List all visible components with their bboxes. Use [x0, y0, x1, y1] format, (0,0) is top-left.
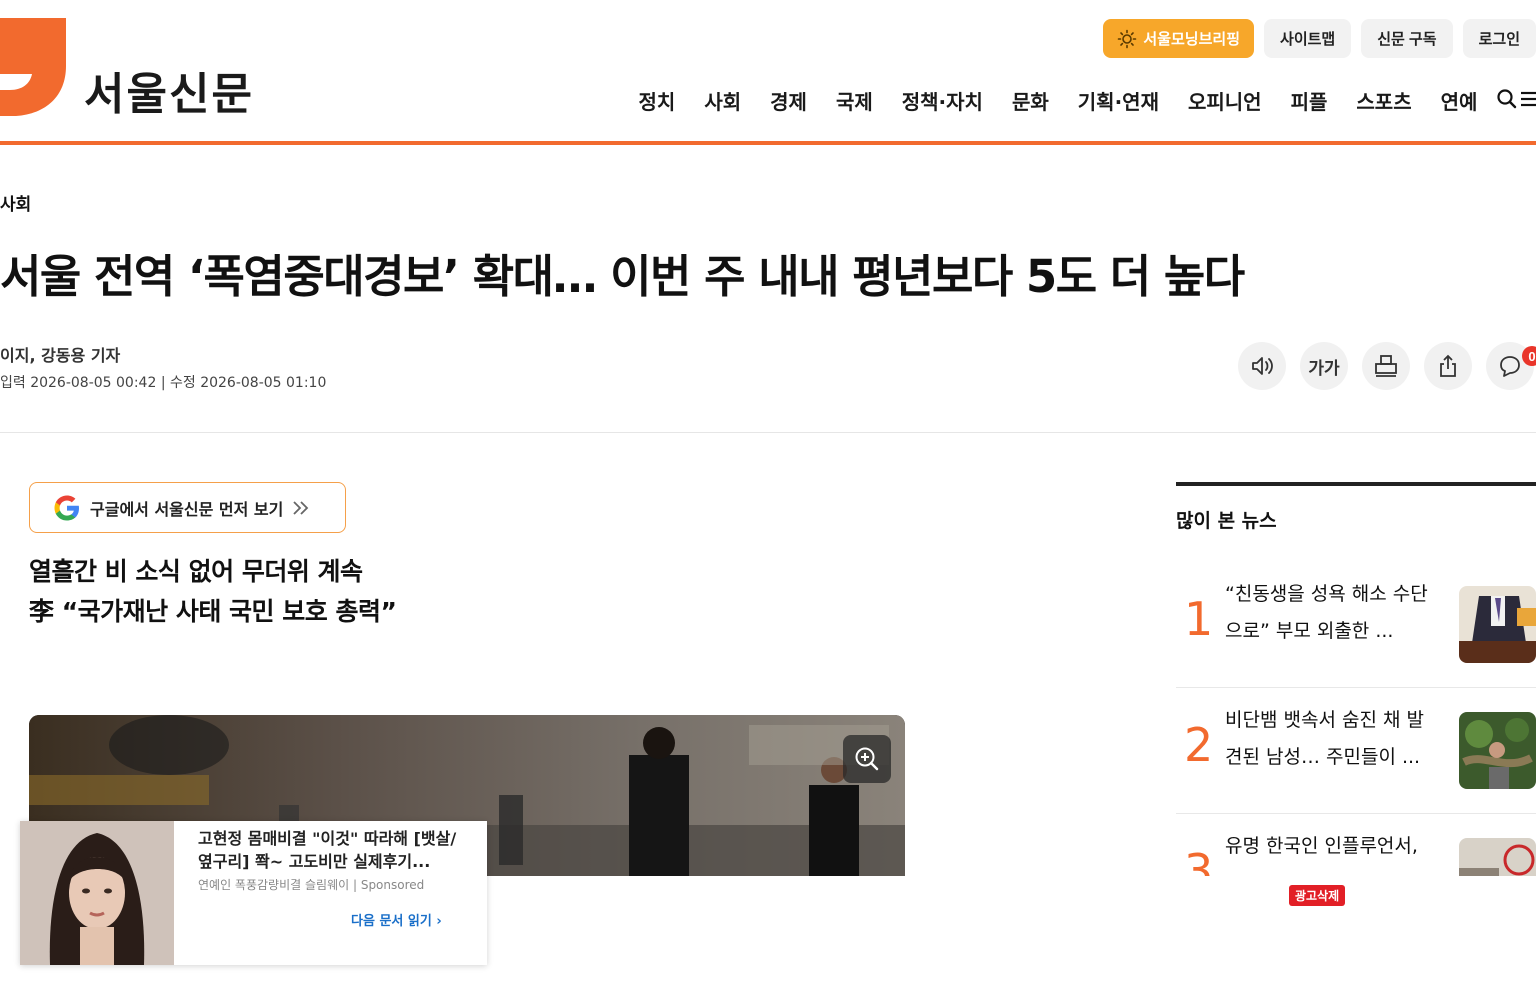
- article-header-divider: [0, 432, 1536, 433]
- menu-icon[interactable]: [1520, 89, 1536, 109]
- ad-title[interactable]: 고현정 몸매비결 "이것" 따라해 [뱃살/옆구리] 쫙~ 고도비만 실제후기.…: [198, 827, 468, 873]
- nav-culture[interactable]: 문화: [997, 86, 1063, 115]
- rank-thumbnail[interactable]: [1459, 586, 1536, 663]
- double-chevron-icon: [293, 500, 309, 515]
- sponsored-ad[interactable]: 고현정 몸매비결 "이것" 따라해 [뱃살/옆구리] 쫙~ 고도비만 실제후기.…: [20, 821, 487, 965]
- most-viewed-item[interactable]: 1 “친동생을 성욕 해소 수단으로” 부모 외출한 ...: [1176, 562, 1536, 688]
- most-viewed-title: 많이 본 뉴스: [1176, 510, 1277, 532]
- main-nav: 정치 사회 경제 국제 정책·자치 문화 기획·연재 오피니언 피플 스포츠 연…: [624, 86, 1492, 115]
- utility-bar: 서울모닝브리핑 사이트맵 신문 구독 로그인: [1103, 19, 1536, 58]
- most-viewed-item[interactable]: 2 비단뱀 뱃속서 숨진 채 발견된 남성… 주민들이 ...: [1176, 688, 1536, 814]
- nav-sports[interactable]: 스포츠: [1342, 86, 1426, 115]
- login-button[interactable]: 로그인: [1462, 19, 1536, 58]
- sidebar-topline: [1176, 482, 1536, 486]
- font-size-label: 가가: [1308, 358, 1340, 378]
- next-article-label: 다음 문서 읽기: [351, 914, 432, 929]
- subhead-line: 李 “국가재난 사태 국민 보호 총력”: [29, 597, 397, 626]
- share-icon: [1440, 354, 1456, 377]
- google-follow-label: 구글에서 서울신문 먼저 보기: [90, 499, 284, 519]
- article-dates: 입력 2026-08-05 00:42 | 수정 2026-08-05 01:1…: [0, 375, 327, 391]
- next-article-link[interactable]: 다음 문서 읽기 ›: [351, 910, 442, 929]
- rank-number: 1: [1184, 592, 1214, 646]
- header-divider: [0, 141, 1536, 145]
- logo-mark[interactable]: [0, 18, 66, 116]
- chevron-right-icon: ›: [436, 914, 442, 929]
- article-subheads: 열흘간 비 소식 없어 무더위 계속 李 “국가재난 사태 국민 보호 총력”: [29, 552, 397, 632]
- nav-politics[interactable]: 정치: [624, 86, 690, 115]
- sitemap-button[interactable]: 사이트맵: [1264, 19, 1352, 58]
- nav-people[interactable]: 피플: [1276, 86, 1342, 115]
- nav-series[interactable]: 기획·연재: [1063, 86, 1173, 115]
- rank-thumbnail[interactable]: [1459, 712, 1536, 789]
- sidebar-fade: [1160, 876, 1536, 984]
- rank-headline[interactable]: 유명 한국인 인플루언서,: [1225, 828, 1440, 865]
- search-menu-group: [1496, 88, 1536, 110]
- rank-headline[interactable]: “친동생을 성욕 해소 수단으로” 부모 외출한 ...: [1225, 576, 1440, 650]
- ad-source: 연예인 폭풍감량비결 슬림웨이 | Sponsored: [198, 878, 425, 892]
- nav-policy[interactable]: 정책·자치: [887, 86, 997, 115]
- article-byline[interactable]: 이지, 강동용 기자: [0, 342, 120, 366]
- rank-number: 2: [1184, 718, 1214, 772]
- share-button[interactable]: [1424, 342, 1472, 390]
- morning-briefing-button[interactable]: 서울모닝브리핑: [1103, 19, 1255, 58]
- font-size-button[interactable]: 가가: [1300, 342, 1348, 390]
- subhead-line: 열흘간 비 소식 없어 무더위 계속: [29, 557, 363, 586]
- google-follow-button[interactable]: 구글에서 서울신문 먼저 보기: [29, 482, 346, 533]
- site-logo[interactable]: 서울신문: [84, 58, 254, 122]
- comment-icon: [1500, 356, 1520, 377]
- ad-body: 고현정 몸매비결 "이것" 따라해 [뱃살/옆구리] 쫙~ 고도비만 실제후기.…: [174, 821, 487, 965]
- print-icon: [1375, 355, 1397, 377]
- sun-icon: [1118, 29, 1137, 48]
- speaker-icon: [1252, 357, 1273, 375]
- ad-image[interactable]: [20, 821, 174, 965]
- subscribe-button[interactable]: 신문 구독: [1361, 19, 1453, 58]
- nav-economy[interactable]: 경제: [756, 86, 822, 115]
- nav-society[interactable]: 사회: [690, 86, 756, 115]
- comment-button[interactable]: 0: [1486, 342, 1536, 390]
- print-button[interactable]: [1362, 342, 1410, 390]
- search-icon[interactable]: [1496, 88, 1518, 110]
- morning-briefing-label: 서울모닝브리핑: [1143, 31, 1241, 48]
- zoom-button[interactable]: [843, 735, 891, 783]
- section-label[interactable]: 사회: [0, 190, 31, 215]
- nav-international[interactable]: 국제: [821, 86, 887, 115]
- ad-remove-button[interactable]: 광고삭제: [1289, 885, 1346, 906]
- rank-headline[interactable]: 비단뱀 뱃속서 숨진 채 발견된 남성… 주민들이 ...: [1225, 702, 1440, 776]
- article-headline: 서울 전역 ‘폭염중대경보’ 확대… 이번 주 내내 평년보다 5도 더 높다: [0, 250, 1245, 303]
- nav-entertainment[interactable]: 연예: [1426, 86, 1492, 115]
- article-tools: 가가 0: [1238, 342, 1536, 390]
- comment-count-badge: 0: [1522, 346, 1536, 366]
- zoom-in-icon: [855, 747, 879, 771]
- google-icon: [54, 495, 79, 520]
- audio-button[interactable]: [1238, 342, 1286, 390]
- nav-opinion[interactable]: 오피니언: [1173, 86, 1276, 115]
